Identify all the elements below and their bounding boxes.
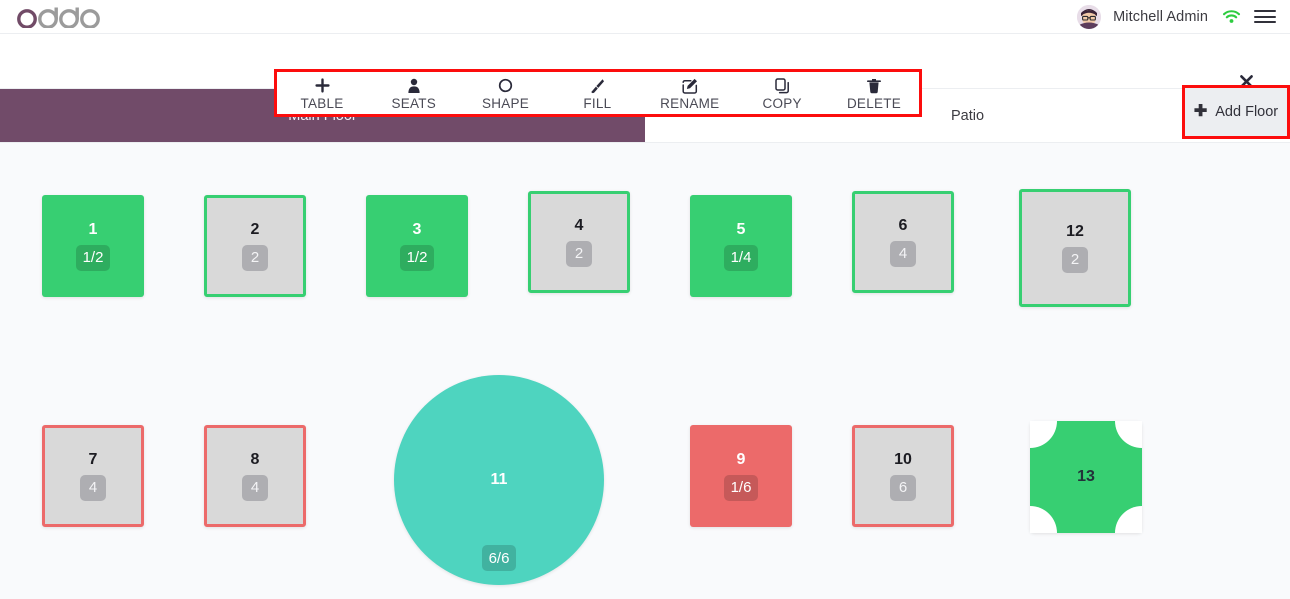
paintbrush-icon bbox=[590, 77, 605, 94]
table-number: 8 bbox=[250, 450, 260, 468]
table-seats-badge: 1/2 bbox=[75, 244, 111, 271]
floor-table-9[interactable]: 9 1/6 bbox=[690, 425, 792, 527]
hamburger-menu-icon[interactable] bbox=[1254, 8, 1276, 26]
username-label: Mitchell Admin bbox=[1113, 8, 1208, 25]
table-number: 12 bbox=[1066, 222, 1084, 240]
fill-button[interactable]: FILL bbox=[564, 76, 630, 111]
copy-label: COPY bbox=[762, 96, 802, 111]
table-seats-badge: 2 bbox=[566, 240, 592, 267]
floor-table-3[interactable]: 3 1/2 bbox=[366, 195, 468, 297]
table-seats-badge: 1/2 bbox=[399, 244, 435, 271]
floor-tab-label: Patio bbox=[950, 107, 985, 124]
table-number: 4 bbox=[574, 216, 584, 234]
add-floor-button[interactable]: ✚ Add Floor bbox=[1182, 85, 1290, 139]
add-floor-label: Add Floor bbox=[1215, 104, 1279, 120]
wifi-icon[interactable] bbox=[1220, 8, 1242, 26]
plus-icon bbox=[314, 77, 330, 94]
table-seats-badge: 4 bbox=[80, 474, 106, 501]
copy-icon bbox=[774, 77, 790, 94]
delete-label: DELETE bbox=[846, 96, 901, 111]
edit-toolbar-highlighted-group: TABLE SEATS SHAPE FILL RENAME COPY DELET… bbox=[274, 69, 922, 117]
floor-table-5[interactable]: 5 1/4 bbox=[690, 195, 792, 297]
floor-table-12[interactable]: 12 2 bbox=[1019, 189, 1131, 307]
edit-pencil-icon bbox=[682, 77, 698, 94]
rename-button[interactable]: RENAME bbox=[656, 76, 723, 111]
rename-label: RENAME bbox=[660, 96, 720, 111]
table-number: 9 bbox=[736, 450, 746, 468]
odoo-logo[interactable] bbox=[8, 0, 100, 34]
table-number: 11 bbox=[490, 471, 508, 488]
floor-canvas[interactable]: 1 1/2 2 2 3 1/2 4 2 5 1/4 6 4 12 2 7 4 8 4 11 6/6 9 1/6 10 6 13 bbox=[0, 143, 1290, 598]
table-corner-cutout bbox=[1115, 421, 1142, 448]
floor-table-13[interactable]: 13 bbox=[1030, 421, 1142, 533]
table-number: 5 bbox=[736, 220, 746, 238]
circle-icon bbox=[498, 77, 513, 94]
copy-button[interactable]: COPY bbox=[749, 76, 815, 111]
table-seats-badge: 4 bbox=[242, 474, 268, 501]
table-number: 2 bbox=[250, 220, 260, 238]
table-corner-cutout bbox=[1030, 506, 1057, 533]
add-table-label: TABLE bbox=[300, 96, 344, 111]
seats-label: SEATS bbox=[391, 96, 437, 111]
shape-button[interactable]: SHAPE bbox=[473, 76, 539, 111]
table-corner-cutout bbox=[1115, 506, 1142, 533]
table-number: 3 bbox=[412, 220, 422, 238]
plus-icon: ✚ bbox=[1193, 103, 1208, 120]
table-number: 6 bbox=[898, 216, 908, 234]
table-number: 13 bbox=[1077, 468, 1095, 485]
table-seats-badge: 2 bbox=[242, 244, 268, 271]
table-seats-badge: 1/4 bbox=[723, 244, 759, 271]
edit-toolbar: TABLE SEATS SHAPE FILL RENAME COPY DELET… bbox=[0, 34, 1290, 117]
add-table-button[interactable]: TABLE bbox=[289, 76, 355, 111]
trash-icon bbox=[866, 77, 881, 94]
top-header-bar: Mitchell Admin bbox=[0, 0, 1290, 34]
floor-table-6[interactable]: 64 bbox=[852, 191, 954, 293]
table-number: 7 bbox=[88, 450, 98, 468]
floor-table-1[interactable]: 1 1/2 bbox=[42, 195, 144, 297]
table-seats-badge: 1/6 bbox=[723, 474, 759, 501]
fill-label: FILL bbox=[583, 96, 612, 111]
pos-floor-editor: Mitchell Admin TABLE SEATS SHAPE FILL RE… bbox=[0, 0, 1290, 599]
table-seats-badge: 4 bbox=[890, 240, 916, 267]
table-corner-cutout bbox=[1030, 421, 1057, 448]
floor-table-10[interactable]: 10 6 bbox=[852, 425, 954, 527]
floor-table-7[interactable]: 74 bbox=[42, 425, 144, 527]
floor-table-8[interactable]: 84 bbox=[204, 425, 306, 527]
delete-button[interactable]: DELETE bbox=[841, 76, 907, 111]
table-number: 10 bbox=[894, 450, 912, 468]
floor-table-11[interactable]: 11 6/6 bbox=[394, 375, 604, 585]
seats-button[interactable]: SEATS bbox=[381, 76, 447, 111]
table-seats-badge: 6 bbox=[890, 474, 916, 501]
floor-table-2[interactable]: 22 bbox=[204, 195, 306, 297]
floor-table-4[interactable]: 42 bbox=[528, 191, 630, 293]
shape-label: SHAPE bbox=[482, 96, 530, 111]
table-seats-badge: 6/6 bbox=[481, 545, 517, 571]
table-seats-badge: 2 bbox=[1062, 246, 1088, 273]
avatar[interactable] bbox=[1077, 4, 1102, 29]
header-right-group: Mitchell Admin bbox=[1077, 4, 1276, 29]
person-icon bbox=[407, 77, 421, 94]
table-number: 1 bbox=[88, 220, 98, 238]
